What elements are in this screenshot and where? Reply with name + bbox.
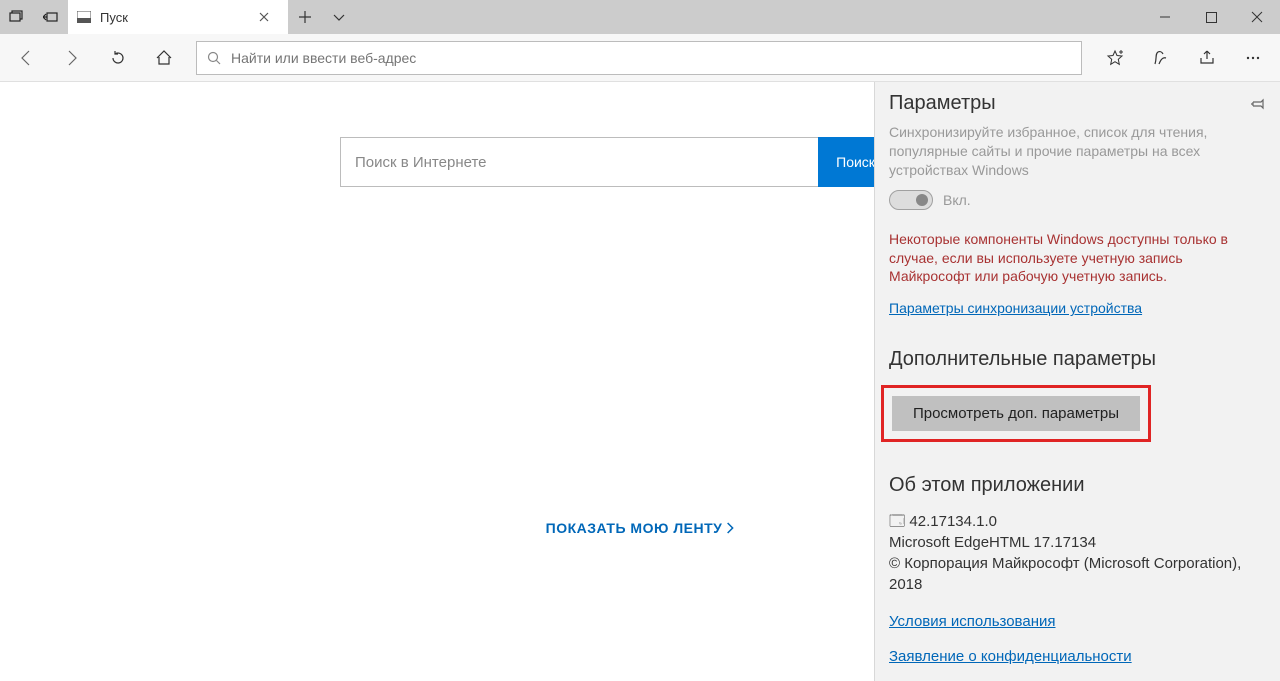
web-search-input[interactable] (340, 137, 818, 187)
about-heading: Об этом приложении (889, 474, 1266, 497)
account-warning: Некоторые компоненты Windows доступны то… (889, 230, 1266, 287)
show-feed-label: ПОКАЗАТЬ МОЮ ЛЕНТУ (546, 520, 723, 536)
settings-flyout: Параметры Синхронизируйте избранное, спи… (874, 82, 1280, 681)
terms-link[interactable]: Условия использования (889, 611, 1266, 632)
address-input[interactable] (231, 50, 1071, 66)
minimize-button[interactable] (1142, 0, 1188, 34)
chevron-right-icon (726, 522, 734, 534)
favorites-button[interactable] (1092, 34, 1138, 82)
privacy-link[interactable]: Заявление о конфиденциальности (889, 646, 1266, 667)
tab-favicon-icon (76, 9, 92, 25)
pin-button[interactable] (1250, 96, 1266, 112)
tab-menu-button[interactable] (322, 0, 356, 34)
about-engine: Microsoft EdgeHTML 17.17134 (889, 532, 1266, 553)
sync-toggle[interactable] (889, 190, 933, 210)
highlight-box: Просмотреть доп. параметры (881, 385, 1151, 442)
reading-list-button[interactable] (1138, 34, 1184, 82)
nav-toolbar (0, 34, 1280, 82)
more-button[interactable] (1230, 34, 1276, 82)
tab-preview-button[interactable] (0, 0, 34, 34)
set-aside-tabs-button[interactable] (34, 0, 68, 34)
new-tab-button[interactable] (288, 0, 322, 34)
search-icon (207, 51, 221, 65)
address-bar[interactable] (196, 41, 1082, 75)
share-button[interactable] (1184, 34, 1230, 82)
home-button[interactable] (142, 34, 186, 82)
sync-description: Синхронизируйте избранное, список для чт… (889, 123, 1266, 180)
sync-toggle-label: Вкл. (943, 192, 971, 208)
refresh-button[interactable] (96, 34, 140, 82)
forward-button[interactable] (50, 34, 94, 82)
show-feed-link[interactable]: ПОКАЗАТЬ МОЮ ЛЕНТУ (546, 520, 735, 536)
about-version: 🗔 42.17134.1.0 (889, 511, 1266, 532)
window-titlebar: Пуск (0, 0, 1280, 34)
maximize-button[interactable] (1188, 0, 1234, 34)
tab-close-button[interactable] (250, 3, 278, 31)
sync-settings-link[interactable]: Параметры синхронизации устройства (889, 300, 1142, 316)
about-copyright: © Корпорация Майкрософт (Microsoft Corpo… (889, 553, 1266, 595)
tab-title: Пуск (100, 10, 128, 25)
close-window-button[interactable] (1234, 0, 1280, 34)
back-button[interactable] (4, 34, 48, 82)
browser-tab[interactable]: Пуск (68, 0, 288, 34)
advanced-heading: Дополнительные параметры (889, 348, 1266, 371)
view-advanced-button[interactable]: Просмотреть доп. параметры (892, 396, 1140, 431)
flyout-title: Параметры (889, 92, 996, 115)
